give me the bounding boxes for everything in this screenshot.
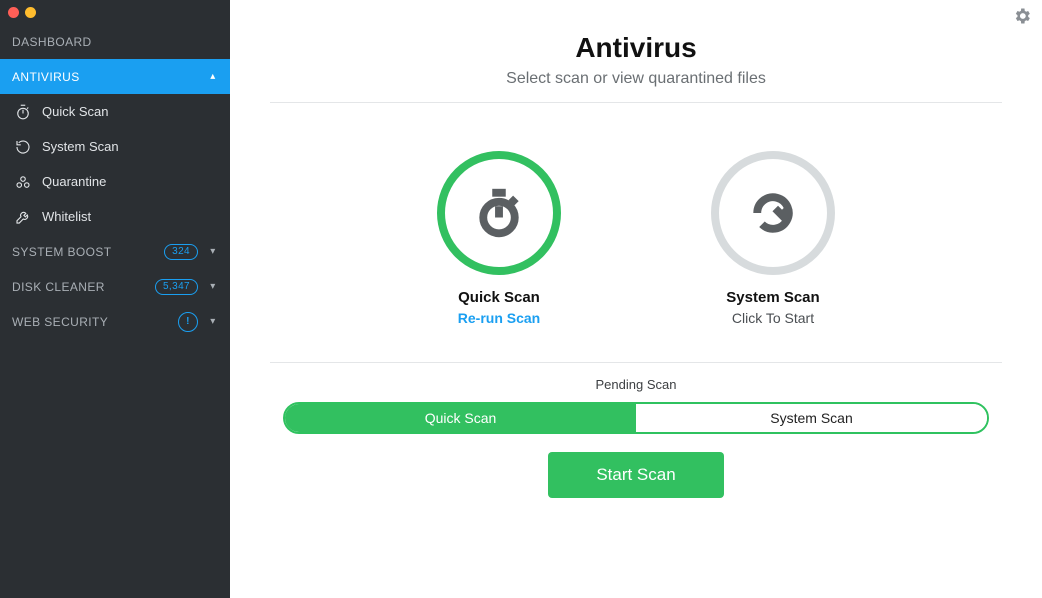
main-panel: Antivirus Select scan or view quarantine…: [230, 0, 1042, 598]
system-scan-card[interactable]: System Scan Click To Start: [711, 151, 835, 326]
pending-label: Pending Scan: [270, 377, 1002, 392]
sidebar-label: DISK CLEANER: [12, 280, 145, 294]
sidebar-item-whitelist[interactable]: Whitelist: [0, 199, 230, 234]
chevron-down-icon: ▾: [208, 281, 218, 292]
refresh-icon: [14, 138, 32, 156]
close-window-button[interactable]: [8, 7, 19, 18]
sidebar-label: ANTIVIRUS: [12, 70, 198, 84]
quick-scan-card[interactable]: Quick Scan Re-run Scan: [437, 151, 561, 326]
sidebar-label: Whitelist: [42, 209, 218, 224]
refresh-icon: [746, 186, 800, 240]
sidebar-label: Quick Scan: [42, 104, 218, 119]
card-title: System Scan: [711, 289, 835, 306]
sidebar-item-system-scan[interactable]: System Scan: [0, 129, 230, 164]
page-title: Antivirus: [270, 32, 1002, 64]
minimize-window-button[interactable]: [25, 7, 36, 18]
chevron-down-icon: ▾: [208, 316, 218, 327]
segment-system-scan[interactable]: System Scan: [636, 404, 987, 432]
system-scan-ring: [711, 151, 835, 275]
scan-type-segmented: Quick Scan System Scan: [283, 402, 989, 434]
pending-section: Pending Scan Quick Scan System Scan Star…: [230, 363, 1042, 498]
sidebar-item-disk-cleaner[interactable]: DISK CLEANER 5,347 ▾: [0, 269, 230, 304]
sidebar-item-dashboard[interactable]: DASHBOARD: [0, 24, 230, 59]
sidebar-label: SYSTEM BOOST: [12, 245, 154, 259]
stopwatch-icon: [14, 103, 32, 121]
chevron-up-icon: ▴: [208, 71, 218, 82]
sidebar-item-antivirus[interactable]: ANTIVIRUS ▴: [0, 59, 230, 94]
scan-cards: Quick Scan Re-run Scan System Scan Click…: [230, 103, 1042, 362]
count-badge: 5,347: [155, 279, 198, 295]
card-subtitle: Click To Start: [711, 310, 835, 326]
wrench-icon: [14, 208, 32, 226]
sidebar-label: DASHBOARD: [12, 35, 218, 49]
sidebar-item-quick-scan[interactable]: Quick Scan: [0, 94, 230, 129]
page-subtitle: Select scan or view quarantined files: [270, 70, 1002, 88]
sidebar-item-quarantine[interactable]: Quarantine: [0, 164, 230, 199]
card-title: Quick Scan: [437, 289, 561, 306]
sidebar: DASHBOARD ANTIVIRUS ▴ Quick Scan System …: [0, 0, 230, 598]
page-header: Antivirus Select scan or view quarantine…: [230, 0, 1042, 102]
sidebar-label: Quarantine: [42, 174, 218, 189]
sidebar-item-system-boost[interactable]: SYSTEM BOOST 324 ▾: [0, 234, 230, 269]
settings-button[interactable]: [1012, 6, 1032, 31]
sidebar-label: WEB SECURITY: [12, 315, 168, 329]
segment-quick-scan[interactable]: Quick Scan: [285, 404, 636, 432]
start-scan-button[interactable]: Start Scan: [548, 452, 723, 498]
count-badge: 324: [164, 244, 198, 260]
biohazard-icon: [14, 173, 32, 191]
alert-badge: !: [178, 312, 198, 332]
sidebar-label: System Scan: [42, 139, 218, 154]
rerun-scan-link[interactable]: Re-run Scan: [437, 310, 561, 326]
window-controls: [0, 0, 230, 24]
chevron-down-icon: ▾: [208, 246, 218, 257]
sidebar-item-web-security[interactable]: WEB SECURITY ! ▾: [0, 304, 230, 339]
quick-scan-ring: [437, 151, 561, 275]
stopwatch-icon: [472, 186, 526, 240]
